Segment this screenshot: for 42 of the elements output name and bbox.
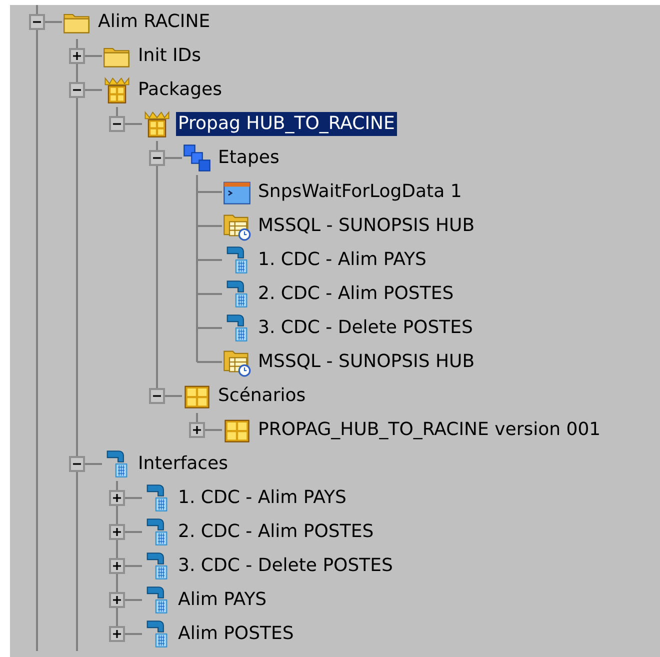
plus-icon bbox=[192, 425, 202, 435]
tree-item-label[interactable]: MSSQL - SUNOPSIS HUB bbox=[256, 214, 477, 238]
tree-item-label[interactable]: 3. CDC - Delete POSTES bbox=[176, 554, 395, 578]
plus-icon bbox=[72, 51, 82, 61]
package-icon bbox=[102, 75, 132, 105]
expand-toggle[interactable] bbox=[109, 592, 125, 608]
tree-item-label[interactable]: Alim POSTES bbox=[176, 622, 296, 646]
collapse-toggle[interactable] bbox=[149, 388, 165, 404]
tree-item-label[interactable]: Scénarios bbox=[216, 384, 308, 408]
expand-toggle[interactable] bbox=[109, 490, 125, 506]
expand-toggle[interactable] bbox=[189, 422, 205, 438]
expand-toggle[interactable] bbox=[109, 626, 125, 642]
package-icon bbox=[142, 109, 172, 139]
tree-item-label[interactable]: Alim RACINE bbox=[96, 10, 212, 34]
plus-icon bbox=[112, 629, 122, 639]
tree-item-label[interactable]: 1. CDC - Alim PAYS bbox=[256, 248, 428, 272]
collapse-toggle[interactable] bbox=[29, 14, 45, 30]
tree-item-label[interactable]: MSSQL - SUNOPSIS HUB bbox=[256, 350, 477, 374]
tree-item-label[interactable]: Init IDs bbox=[136, 44, 204, 68]
tree-item-label[interactable]: SnpsWaitForLogData 1 bbox=[256, 180, 464, 204]
stacked-squares-icon bbox=[182, 143, 212, 173]
plus-icon bbox=[112, 527, 122, 537]
plus-icon bbox=[112, 561, 122, 571]
tree-item-label[interactable]: Etapes bbox=[216, 146, 282, 170]
expand-toggle[interactable] bbox=[69, 48, 85, 64]
expand-toggle[interactable] bbox=[109, 558, 125, 574]
tree-item-label[interactable]: 2. CDC - Alim POSTES bbox=[256, 282, 456, 306]
expand-toggle[interactable] bbox=[109, 524, 125, 540]
tree-item-label[interactable]: PROPAG_HUB_TO_RACINE version 001 bbox=[256, 418, 603, 442]
plus-icon bbox=[112, 493, 122, 503]
collapse-toggle[interactable] bbox=[69, 82, 85, 98]
plus-icon bbox=[112, 595, 122, 605]
tree-item-label[interactable]: 2. CDC - Alim POSTES bbox=[176, 520, 376, 544]
tree-item-label[interactable]: 1. CDC - Alim PAYS bbox=[176, 486, 348, 510]
tree-item-label[interactable]: Packages bbox=[136, 78, 224, 102]
collapse-toggle[interactable] bbox=[149, 150, 165, 166]
tree-item-label[interactable]: Alim PAYS bbox=[176, 588, 269, 612]
tree-item-label[interactable]: Propag HUB_TO_RACINE bbox=[176, 112, 397, 136]
tree-item-label[interactable]: Interfaces bbox=[136, 452, 230, 476]
tree-item-label[interactable]: 3. CDC - Delete POSTES bbox=[256, 316, 475, 340]
collapse-toggle[interactable] bbox=[69, 456, 85, 472]
collapse-toggle[interactable] bbox=[109, 116, 125, 132]
